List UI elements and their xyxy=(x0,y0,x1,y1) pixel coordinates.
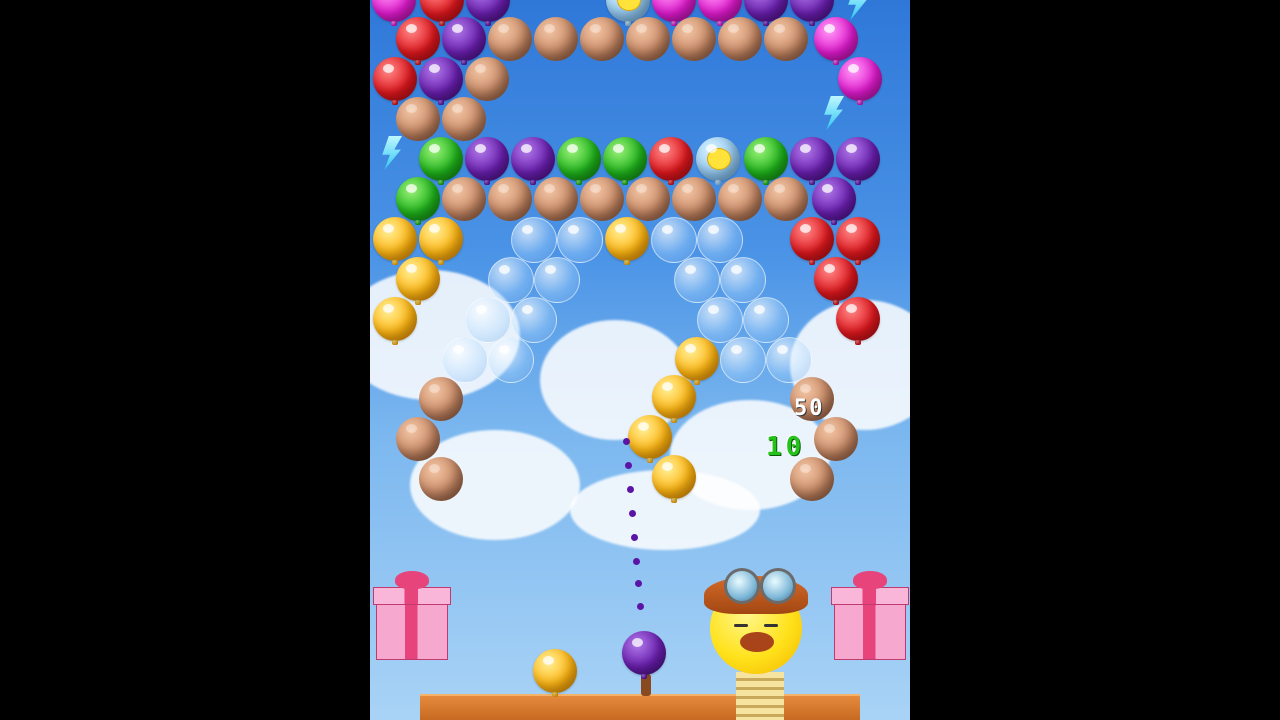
rock-bubble xyxy=(814,417,858,461)
rock-bubble xyxy=(790,457,834,501)
balloon-red[interactable] xyxy=(396,17,440,61)
rock-bubble xyxy=(626,177,670,221)
bubble-empty xyxy=(766,337,812,383)
rock-bubble xyxy=(672,177,716,221)
balloon-red[interactable] xyxy=(814,257,858,301)
bubble-empty xyxy=(697,297,743,343)
bubble-empty xyxy=(511,297,557,343)
rock-bubble xyxy=(396,417,440,461)
balloon-purple[interactable] xyxy=(836,137,880,181)
balloon-yellow[interactable] xyxy=(419,217,463,261)
rock-bubble xyxy=(534,17,578,61)
bubble-empty xyxy=(651,217,697,263)
balloon-magenta[interactable] xyxy=(838,57,882,101)
balloon-yellow[interactable] xyxy=(396,257,440,301)
balloon-magenta[interactable] xyxy=(814,17,858,61)
balloon-red[interactable] xyxy=(373,57,417,101)
rock-bubble xyxy=(672,17,716,61)
chick-pilot-icon xyxy=(704,568,808,674)
bolt-icon xyxy=(824,96,844,130)
rock-bubble xyxy=(442,177,486,221)
rock-bubble xyxy=(488,17,532,61)
bubble-empty xyxy=(743,297,789,343)
balloon-yellow[interactable] xyxy=(675,337,719,381)
balloon-purple[interactable] xyxy=(442,17,486,61)
rock-bubble xyxy=(764,177,808,221)
balloon-green[interactable] xyxy=(744,137,788,181)
rock-bubble xyxy=(580,17,624,61)
balloon-yellow[interactable] xyxy=(652,455,696,499)
balloon-green[interactable] xyxy=(603,137,647,181)
rock-bubble xyxy=(534,177,578,221)
bubble-empty xyxy=(697,217,743,263)
current-shot-balloon[interactable] xyxy=(622,631,666,675)
balloon-yellow[interactable] xyxy=(373,217,417,261)
balloon-red[interactable] xyxy=(836,297,880,341)
chick-icon xyxy=(707,148,731,170)
bubble-empty xyxy=(511,217,557,263)
bubble-empty xyxy=(465,297,511,343)
rock-bubble xyxy=(396,97,440,141)
bubble-empty xyxy=(488,257,534,303)
bubble-empty xyxy=(674,257,720,303)
balloon-purple[interactable] xyxy=(812,177,856,221)
next-shot-balloon[interactable] xyxy=(533,649,577,693)
balloon-purple[interactable] xyxy=(419,57,463,101)
rock-bubble xyxy=(419,377,463,421)
rock-bubble xyxy=(465,57,509,101)
balloon-yellow[interactable] xyxy=(373,297,417,341)
bubble-empty xyxy=(488,337,534,383)
balloon-yellow[interactable] xyxy=(652,375,696,419)
gift-box-icon[interactable] xyxy=(373,571,451,660)
chick-icon xyxy=(617,0,641,11)
balloon-red[interactable] xyxy=(649,137,693,181)
bubble-empty xyxy=(720,257,766,303)
bolt-icon xyxy=(848,0,868,20)
score-popup: 10 xyxy=(766,432,806,462)
rock-bubble xyxy=(764,17,808,61)
balloon-red[interactable] xyxy=(836,217,880,261)
balloon-purple[interactable] xyxy=(790,137,834,181)
rock-bubble xyxy=(488,177,532,221)
balloon-green[interactable] xyxy=(419,137,463,181)
balloon-red[interactable] xyxy=(790,217,834,261)
balloon-green[interactable] xyxy=(557,137,601,181)
rock-bubble xyxy=(580,177,624,221)
game-board[interactable]: 50 10 xyxy=(370,0,910,720)
bubble-empty xyxy=(557,217,603,263)
bubble-empty xyxy=(720,337,766,383)
launcher-platform xyxy=(420,694,860,720)
balloon-green[interactable] xyxy=(396,177,440,221)
bubble-empty xyxy=(442,337,488,383)
balloon-yellow[interactable] xyxy=(628,415,672,459)
spring xyxy=(736,672,784,720)
gift-box-icon[interactable] xyxy=(831,571,909,660)
balloon-purple[interactable] xyxy=(465,137,509,181)
score-popup: 50 xyxy=(794,396,825,421)
rock-bubble xyxy=(718,177,762,221)
rock-bubble xyxy=(442,97,486,141)
balloon-yellow[interactable] xyxy=(605,217,649,261)
bubble-empty xyxy=(534,257,580,303)
balloon-purple[interactable] xyxy=(511,137,555,181)
rock-bubble xyxy=(626,17,670,61)
rock-bubble xyxy=(718,17,762,61)
rock-bubble xyxy=(419,457,463,501)
bolt-icon xyxy=(382,136,402,170)
balloon-chick[interactable] xyxy=(696,137,740,181)
